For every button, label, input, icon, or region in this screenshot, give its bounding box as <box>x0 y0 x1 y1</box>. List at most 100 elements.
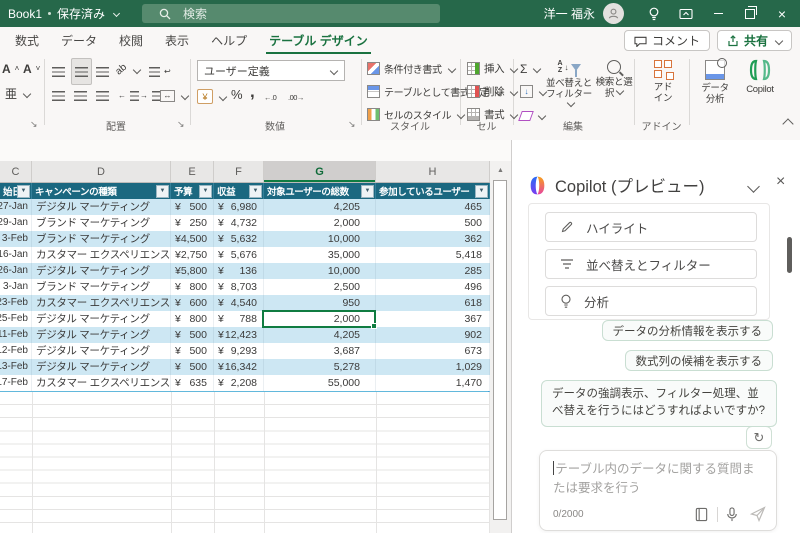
empty-grid[interactable] <box>0 392 490 533</box>
align-center-button[interactable] <box>74 86 87 105</box>
cell[interactable]: ¥8,703 <box>214 278 264 295</box>
fill-button[interactable]: ↓ <box>520 82 548 101</box>
delete-cells-button[interactable]: 削除 <box>467 82 519 101</box>
cell[interactable]: 500 <box>376 214 490 231</box>
cell[interactable]: 618 <box>376 294 490 311</box>
copilot-ribbon-button[interactable]: Copilot <box>738 59 782 95</box>
workbook-title[interactable]: Book1 保存済み <box>8 0 121 27</box>
cell[interactable]: 3-Feb <box>0 230 32 247</box>
cell[interactable]: デジタル マーケティング <box>32 310 171 327</box>
grow-font-button[interactable]: A ˄ <box>2 59 19 78</box>
cell[interactable]: ¥788 <box>214 310 264 327</box>
highlight-menu-item[interactable]: ハイライト <box>545 212 757 242</box>
filter-button[interactable]: ▼ <box>156 184 169 198</box>
font-dialog-launcher[interactable]: ↘ <box>30 119 38 130</box>
cell[interactable]: ¥4,500 <box>171 230 214 247</box>
cell[interactable]: 902 <box>376 326 490 343</box>
tab-数式[interactable]: 数式 <box>4 27 50 54</box>
cell[interactable]: デジタル マーケティング <box>32 262 171 279</box>
share-button[interactable]: 共有 <box>716 30 792 51</box>
tab-テーブル デザイン[interactable]: テーブル デザイン <box>258 27 379 55</box>
cell[interactable]: 2,500 <box>264 278 376 295</box>
filter-button[interactable]: ▼ <box>199 184 212 198</box>
cell[interactable]: 10,000 <box>264 230 376 247</box>
cell[interactable]: ¥2,750 <box>171 246 214 263</box>
insert-cells-button[interactable]: 挿入 <box>467 59 519 78</box>
cell[interactable]: ¥9,293 <box>214 342 264 359</box>
avatar[interactable] <box>603 3 624 24</box>
data-analysis-button[interactable]: データ分析 <box>695 58 735 106</box>
prompt-guide-icon[interactable] <box>694 507 709 522</box>
cell[interactable]: ¥500 <box>171 326 214 343</box>
collapse-ribbon-button[interactable] <box>782 118 794 130</box>
cell[interactable]: ¥2,208 <box>214 374 264 391</box>
number-format-select[interactable]: ユーザー定義 <box>197 60 345 81</box>
cell[interactable]: カスタマー エクスペリエンス <box>32 246 171 263</box>
ribbon-display-options-button[interactable] <box>670 0 702 27</box>
cell[interactable]: 673 <box>376 342 490 359</box>
orientation-button[interactable]: ab <box>113 60 142 79</box>
minimize-button[interactable] <box>702 0 734 27</box>
cell[interactable]: 5,278 <box>264 358 376 375</box>
comments-button[interactable]: コメント <box>623 30 710 51</box>
cell[interactable]: 3,687 <box>264 342 376 359</box>
cell[interactable]: ¥635 <box>171 374 214 391</box>
decrease-decimal-button[interactable]: .00→ <box>288 88 304 107</box>
filter-button[interactable]: ▼ <box>17 184 30 198</box>
collapse-panel-chevron-icon[interactable] <box>747 180 760 193</box>
cell[interactable]: 17-Feb <box>0 374 32 391</box>
align-left-button[interactable] <box>52 86 65 105</box>
cell[interactable]: デジタル マーケティング <box>32 342 171 359</box>
percent-style-button[interactable]: % <box>231 85 243 104</box>
cell[interactable]: デジタル マーケティング <box>32 199 171 215</box>
cell[interactable]: 25-Feb <box>0 310 32 327</box>
cell[interactable]: ¥4,540 <box>214 294 264 311</box>
cell[interactable]: ¥250 <box>171 214 214 231</box>
close-button[interactable]: × <box>766 0 798 27</box>
cell[interactable]: 2,000 <box>264 214 376 231</box>
align-bottom-button[interactable] <box>96 62 109 81</box>
phonetic-guide-button[interactable]: 亜 <box>5 84 32 103</box>
cell[interactable]: ブランド マーケティング <box>32 214 171 231</box>
filter-button[interactable]: ▼ <box>361 184 374 198</box>
whats-new-button[interactable] <box>638 0 670 27</box>
cell[interactable]: ブランド マーケティング <box>32 230 171 247</box>
copilot-input[interactable]: テーブル内のデータに関する質問または要求を行う <box>540 451 776 499</box>
cell[interactable]: デジタル マーケティング <box>32 358 171 375</box>
column-header-C[interactable]: C <box>0 161 32 182</box>
align-middle-button[interactable] <box>71 58 92 85</box>
dictate-mic-icon[interactable] <box>726 506 738 522</box>
search-box[interactable]: 検索 <box>142 4 440 23</box>
decrease-indent-button[interactable]: ← <box>118 86 139 105</box>
increase-decimal-button[interactable]: ←.0 <box>264 88 277 107</box>
cell[interactable]: カスタマー エクスペリエンス <box>32 374 171 391</box>
active-cell-selection[interactable] <box>262 310 377 329</box>
cell[interactable]: 27-Jan <box>0 199 32 215</box>
panel-scrollbar-thumb[interactable] <box>787 237 792 273</box>
column-header-E[interactable]: E <box>171 161 214 182</box>
column-header-H[interactable]: H <box>376 161 490 182</box>
comma-style-button[interactable]: , <box>250 82 255 101</box>
cell[interactable]: 4,205 <box>264 199 376 215</box>
align-top-button[interactable] <box>52 62 65 81</box>
cell[interactable]: ¥500 <box>171 199 214 215</box>
column-header-D[interactable]: D <box>32 161 171 182</box>
send-icon[interactable] <box>750 506 766 522</box>
cell[interactable]: ¥5,676 <box>214 246 264 263</box>
restore-button[interactable] <box>734 0 766 27</box>
cell[interactable]: ¥136 <box>214 262 264 279</box>
cell[interactable]: ブランド マーケティング <box>32 278 171 295</box>
autosum-button[interactable]: Σ <box>520 59 542 78</box>
cell[interactable]: ¥16,342 <box>214 358 264 375</box>
cell[interactable]: 29-Jan <box>0 214 32 231</box>
accounting-format-button[interactable]: ¥ <box>197 87 228 106</box>
shrink-font-button[interactable]: A ˅ <box>23 59 40 78</box>
cell[interactable]: 496 <box>376 278 490 295</box>
tab-校閲[interactable]: 校閲 <box>108 27 154 54</box>
cell[interactable]: 465 <box>376 199 490 215</box>
cell[interactable]: 5,418 <box>376 246 490 263</box>
wrap-text-button[interactable]: ↩ <box>149 62 171 81</box>
sort-filter-menu-item[interactable]: 並べ替えとフィルター <box>545 249 757 279</box>
cell[interactable]: ¥800 <box>171 310 214 327</box>
cell[interactable]: 1,470 <box>376 374 490 391</box>
